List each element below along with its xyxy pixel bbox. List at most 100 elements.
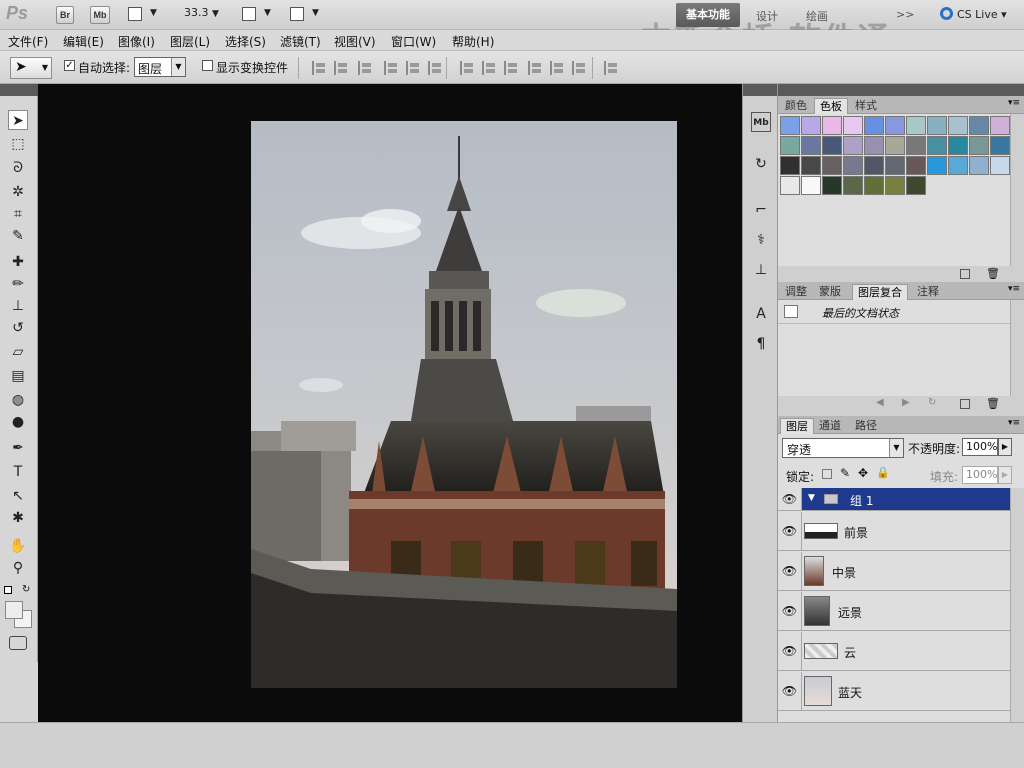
swap-colors-icon[interactable]: ↻ bbox=[22, 584, 30, 595]
eye-icon[interactable]: 👁 bbox=[778, 632, 802, 670]
arrange-documents-icon[interactable] bbox=[242, 7, 256, 21]
tool-presets-icon[interactable]: ⚕ bbox=[751, 230, 771, 250]
color-swatch[interactable] bbox=[843, 116, 863, 135]
eye-icon[interactable]: 👁 bbox=[778, 672, 802, 710]
align-right-icon[interactable] bbox=[428, 61, 442, 75]
color-swatch[interactable] bbox=[822, 176, 842, 195]
menu-layer[interactable]: 图层(L) bbox=[170, 33, 210, 50]
launch-mini-bridge-button[interactable]: Mb bbox=[90, 6, 110, 24]
panel-header[interactable] bbox=[778, 84, 1024, 96]
triangle-left-icon[interactable]: ◀ bbox=[876, 397, 884, 408]
hand-tool-icon[interactable]: ✋ bbox=[8, 536, 28, 556]
foreground-color-swatch[interactable] bbox=[5, 601, 23, 619]
lock-pixels-icon[interactable]: ✎ bbox=[840, 466, 850, 480]
color-swatch[interactable] bbox=[885, 136, 905, 155]
paragraph-icon[interactable]: ¶ bbox=[751, 334, 771, 354]
healing-brush-tool-icon[interactable]: ✚ bbox=[8, 252, 28, 272]
move-tool-icon[interactable]: ➤ bbox=[8, 110, 28, 130]
color-swatch[interactable] bbox=[969, 156, 989, 175]
color-swatch[interactable] bbox=[906, 136, 926, 155]
lasso-tool-icon[interactable]: ᘐ bbox=[8, 158, 28, 178]
color-swatch[interactable] bbox=[864, 116, 884, 135]
tab-masks[interactable]: 蒙版 bbox=[814, 284, 846, 300]
opacity-field[interactable]: 100% ▶ bbox=[962, 438, 1012, 456]
default-colors-icon[interactable] bbox=[4, 586, 12, 594]
comps-scrollbar[interactable] bbox=[1010, 300, 1024, 396]
color-swatch[interactable] bbox=[927, 116, 947, 135]
tab-swatches[interactable]: 色板 bbox=[814, 98, 848, 114]
layer-row-foreground[interactable]: 👁 前景 bbox=[778, 512, 1010, 551]
color-swatch[interactable] bbox=[822, 116, 842, 135]
color-swatch[interactable] bbox=[885, 116, 905, 135]
align-bottom-icon[interactable] bbox=[358, 61, 372, 75]
color-swatch[interactable] bbox=[843, 136, 863, 155]
update-comp-icon[interactable]: ↻ bbox=[928, 397, 936, 408]
color-swatch[interactable] bbox=[927, 156, 947, 175]
menu-file[interactable]: 文件(F) bbox=[8, 33, 48, 50]
workspace-painting-button[interactable]: 绘画 bbox=[806, 8, 828, 24]
align-top-icon[interactable] bbox=[312, 61, 326, 75]
trash-icon[interactable]: 🗑 bbox=[986, 267, 1000, 280]
color-swatch[interactable] bbox=[969, 136, 989, 155]
fill-field[interactable]: 100% ▶ bbox=[962, 466, 1012, 484]
quick-selection-tool-icon[interactable]: ✲ bbox=[8, 182, 28, 202]
color-swatch[interactable] bbox=[780, 156, 800, 175]
dodge-tool-icon[interactable]: ● bbox=[8, 412, 28, 432]
eraser-tool-icon[interactable]: ▱ bbox=[8, 342, 28, 362]
workspace-design-button[interactable]: 设计 bbox=[756, 8, 778, 24]
gradient-tool-icon[interactable]: ▤ bbox=[8, 366, 28, 386]
auto-align-layers-icon[interactable] bbox=[604, 61, 618, 75]
menu-help[interactable]: 帮助(H) bbox=[452, 33, 494, 50]
lock-all-icon[interactable]: 🔒 bbox=[876, 466, 890, 479]
brush-tool-icon[interactable]: ✏ bbox=[8, 274, 28, 294]
screen-mode-icon[interactable] bbox=[290, 7, 304, 21]
chevron-down-icon[interactable]: ▼ bbox=[264, 8, 271, 18]
eyedropper-tool-icon[interactable]: ✎ bbox=[8, 226, 28, 246]
zoom-tool-icon[interactable]: ⚲ bbox=[8, 558, 28, 578]
layer-row-group-1[interactable]: 👁 ▼ 组 1 bbox=[778, 488, 1010, 511]
distribute-horizontal-center-icon[interactable] bbox=[550, 61, 564, 75]
panel-menu-icon[interactable]: ▾≡ bbox=[1008, 418, 1020, 428]
document-image[interactable] bbox=[251, 121, 677, 688]
color-swatch[interactable] bbox=[864, 156, 884, 175]
color-swatch[interactable] bbox=[906, 156, 926, 175]
color-swatch[interactable] bbox=[906, 176, 926, 195]
color-swatch[interactable] bbox=[864, 136, 884, 155]
distribute-vertical-center-icon[interactable] bbox=[482, 61, 496, 75]
triangle-right-icon[interactable]: ▶ bbox=[998, 466, 1012, 484]
distribute-left-icon[interactable] bbox=[528, 61, 542, 75]
color-swatch[interactable] bbox=[990, 156, 1010, 175]
color-swatch[interactable] bbox=[864, 176, 884, 195]
menu-select[interactable]: 选择(S) bbox=[225, 33, 266, 50]
color-swatch[interactable] bbox=[801, 136, 821, 155]
align-left-icon[interactable] bbox=[384, 61, 398, 75]
swatches-scrollbar[interactable] bbox=[1010, 114, 1024, 266]
distribute-right-icon[interactable] bbox=[572, 61, 586, 75]
pen-tool-icon[interactable]: ✒ bbox=[8, 438, 28, 458]
new-swatch-icon[interactable] bbox=[960, 269, 970, 279]
history-icon[interactable]: ↻ bbox=[751, 154, 771, 174]
clone-source-icon[interactable]: ⊥ bbox=[751, 260, 771, 280]
lock-position-icon[interactable]: ✥ bbox=[858, 466, 868, 480]
color-swatch[interactable] bbox=[843, 156, 863, 175]
triangle-right-icon[interactable]: ▶ bbox=[902, 397, 910, 408]
layers-scrollbar[interactable] bbox=[1010, 488, 1024, 722]
auto-select-dropdown[interactable]: 图层 ▼ bbox=[134, 57, 186, 77]
align-horizontal-center-icon[interactable] bbox=[406, 61, 420, 75]
menu-image[interactable]: 图像(I) bbox=[118, 33, 155, 50]
menu-view[interactable]: 视图(V) bbox=[334, 33, 376, 50]
color-swatch[interactable] bbox=[885, 156, 905, 175]
chevron-down-icon[interactable]: ▼ bbox=[312, 8, 319, 18]
path-selection-tool-icon[interactable]: ↖ bbox=[8, 486, 28, 506]
list-item[interactable]: 最后的文档状态 bbox=[778, 300, 1010, 324]
tab-notes[interactable]: 注释 bbox=[912, 284, 944, 300]
new-comp-icon[interactable] bbox=[960, 399, 970, 409]
color-swatch[interactable] bbox=[780, 176, 800, 195]
tab-layer-comps[interactable]: 图层复合 bbox=[852, 284, 908, 300]
crop-tool-icon[interactable]: ⌗ bbox=[8, 204, 28, 224]
distribute-bottom-icon[interactable] bbox=[504, 61, 518, 75]
menu-window[interactable]: 窗口(W) bbox=[391, 33, 436, 50]
color-swatch[interactable] bbox=[801, 116, 821, 135]
mini-bridge-icon[interactable]: Mb bbox=[751, 112, 771, 132]
character-icon[interactable]: A bbox=[751, 304, 771, 324]
